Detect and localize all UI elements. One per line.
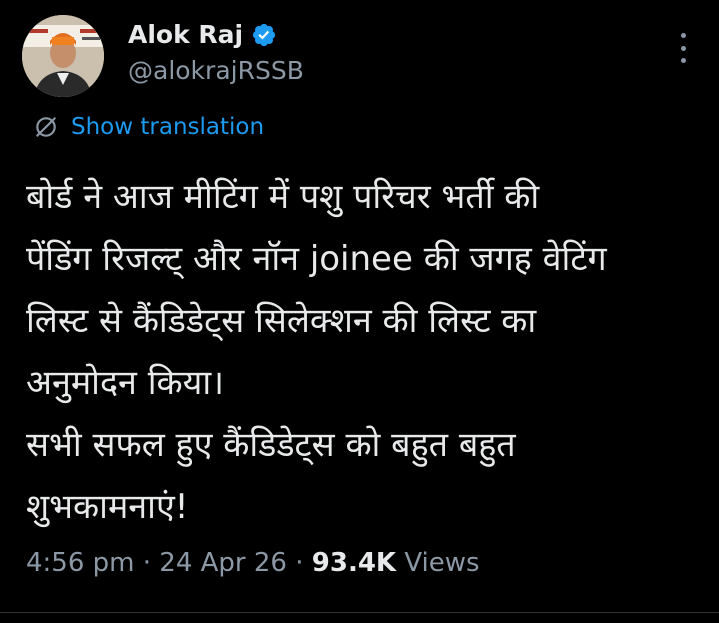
tweet-line: लिस्ट से कैंडिडेट्स सिलेक्शन की लिस्ट का bbox=[26, 301, 537, 341]
avatar-photo bbox=[22, 15, 104, 97]
author-avatar[interactable] bbox=[22, 15, 104, 97]
more-dot bbox=[680, 33, 686, 38]
views-count[interactable]: 93.4K bbox=[312, 548, 396, 578]
author-name[interactable]: Alok Raj bbox=[128, 20, 277, 49]
tweet-line: अनुमोदन किया। bbox=[26, 363, 225, 403]
tweet-date[interactable]: 24 Apr 26 bbox=[159, 548, 287, 578]
views-label[interactable]: Views bbox=[396, 548, 479, 578]
tweet-line: बोर्ड ने आज मीटिंग में पशु परिचर भर्ती क… bbox=[26, 177, 540, 217]
show-translation-label[interactable]: Show translation bbox=[71, 114, 264, 140]
author-name-text[interactable]: Alok Raj bbox=[128, 20, 243, 49]
globe-slash-icon bbox=[36, 117, 56, 137]
meta-separator: · bbox=[134, 548, 160, 578]
divider bbox=[0, 612, 719, 613]
show-translation-button[interactable]: Show translation bbox=[33, 114, 264, 140]
tweet-text: बोर्ड ने आज मीटिंग में पशु परिचर भर्ती क… bbox=[26, 166, 706, 538]
more-dot bbox=[680, 58, 686, 63]
more-options-icon[interactable] bbox=[679, 33, 687, 63]
verified-badge-icon[interactable] bbox=[251, 22, 277, 48]
tweet-line: शुभकामनाएं! bbox=[26, 487, 189, 527]
more-dot bbox=[680, 45, 686, 51]
tweet-line: पेंडिंग रिजल्ट् और नॉन joinee की जगह वेट… bbox=[26, 239, 607, 279]
author-handle[interactable]: @alokrajRSSB bbox=[128, 56, 304, 85]
tweet-line: सभी सफल हुए कैंडिडेट्स को बहुत बहुत bbox=[26, 425, 516, 465]
meta-separator: · bbox=[286, 548, 312, 578]
tweet-time[interactable]: 4:56 pm bbox=[26, 548, 134, 578]
tweet-meta: 4:56 pm · 24 Apr 26 · 93.4K Views bbox=[26, 548, 480, 578]
